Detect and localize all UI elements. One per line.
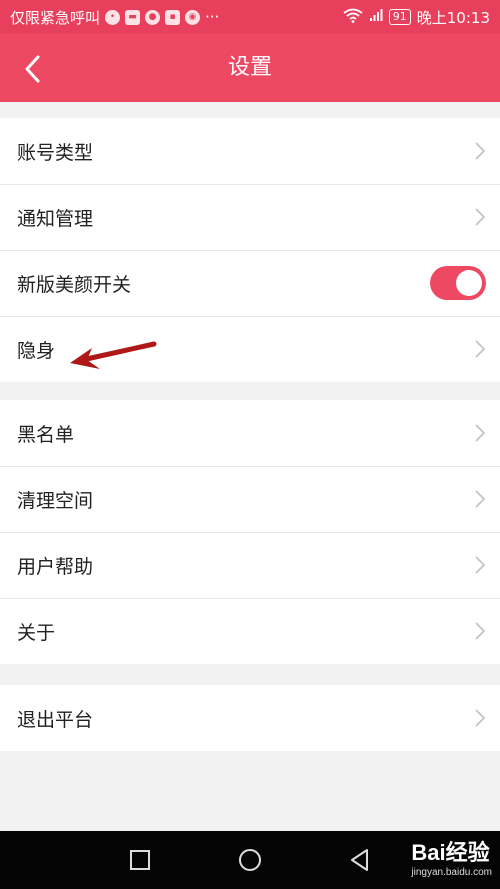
wifi-icon [343,8,363,27]
settings-item-label: 新版美颜开关 [17,273,132,296]
settings-item-blacklist[interactable]: 黑名单 [0,400,500,466]
chevron-right-icon [475,142,486,160]
chevron-right-icon [475,556,486,574]
settings-item-account-type[interactable]: 账号类型 [0,118,500,184]
chat-icon: ▬ [125,9,141,25]
chevron-right-icon [475,340,486,358]
settings-item-label: 清理空间 [17,489,94,512]
settings-item-label: 黑名单 [17,423,75,446]
settings-item-clear-space[interactable]: 清理空间 [0,466,500,532]
settings-item-label: 退出平台 [17,708,94,731]
chevron-right-icon [475,490,486,508]
chevron-right-icon [475,208,486,226]
settings-item-about[interactable]: 关于 [0,598,500,664]
status-bar: 仅限紧急呼叫 • ▬ ● ▪ ◉ ··· 91 晚上10:13 [0,0,500,34]
settings-item-beauty-switch: 新版美颜开关 [0,250,500,316]
settings-item-notification-management[interactable]: 通知管理 [0,184,500,250]
ppg-icon: ▪ [165,9,181,25]
watermark-brand: Bai经验 [411,840,490,865]
settings-item-user-help[interactable]: 用户帮助 [0,532,500,598]
back-nav-icon[interactable] [348,848,372,872]
settings-item-label: 关于 [17,621,56,644]
annotation-arrow-icon [70,341,157,369]
chevron-right-icon [475,709,486,727]
chevron-right-icon [475,622,486,640]
settings-item-label: 账号类型 [17,141,94,164]
clock-text: 晚上10:13 [416,8,490,27]
watermark: Bai经验 jingyan.baidu.com [411,835,492,878]
page-title: 设置 [227,55,272,80]
settings-group-3: 退出平台 [0,685,500,751]
settings-item-label: 用户帮助 [17,555,94,578]
back-button[interactable] [14,51,50,87]
signal-icon [369,8,383,26]
recent-apps-icon[interactable] [128,848,152,872]
settings-group-2: 黑名单 清理空间 用户帮助 关于 [0,400,500,664]
chevron-left-icon [25,55,40,83]
toggle-knob [456,270,482,296]
settings-item-exit-platform[interactable]: 退出平台 [0,685,500,751]
settings-item-label: 通知管理 [17,207,94,230]
home-icon[interactable] [238,848,262,872]
browser-icon: ◉ [185,9,201,25]
settings-item-label: 隐身 [17,339,56,362]
message-icon: • [105,9,121,25]
app-red-icon: ● [145,9,161,25]
watermark-url: jingyan.baidu.com [411,867,492,878]
system-nav-bar: Bai经验 jingyan.baidu.com [0,831,500,889]
beauty-toggle[interactable] [430,266,486,300]
more-notifications-icon: ··· [205,8,220,26]
title-bar: 设置 [0,34,500,102]
chevron-right-icon [475,424,486,442]
carrier-text: 仅限紧急呼叫 [10,8,101,27]
battery-indicator: 91 [388,9,411,25]
